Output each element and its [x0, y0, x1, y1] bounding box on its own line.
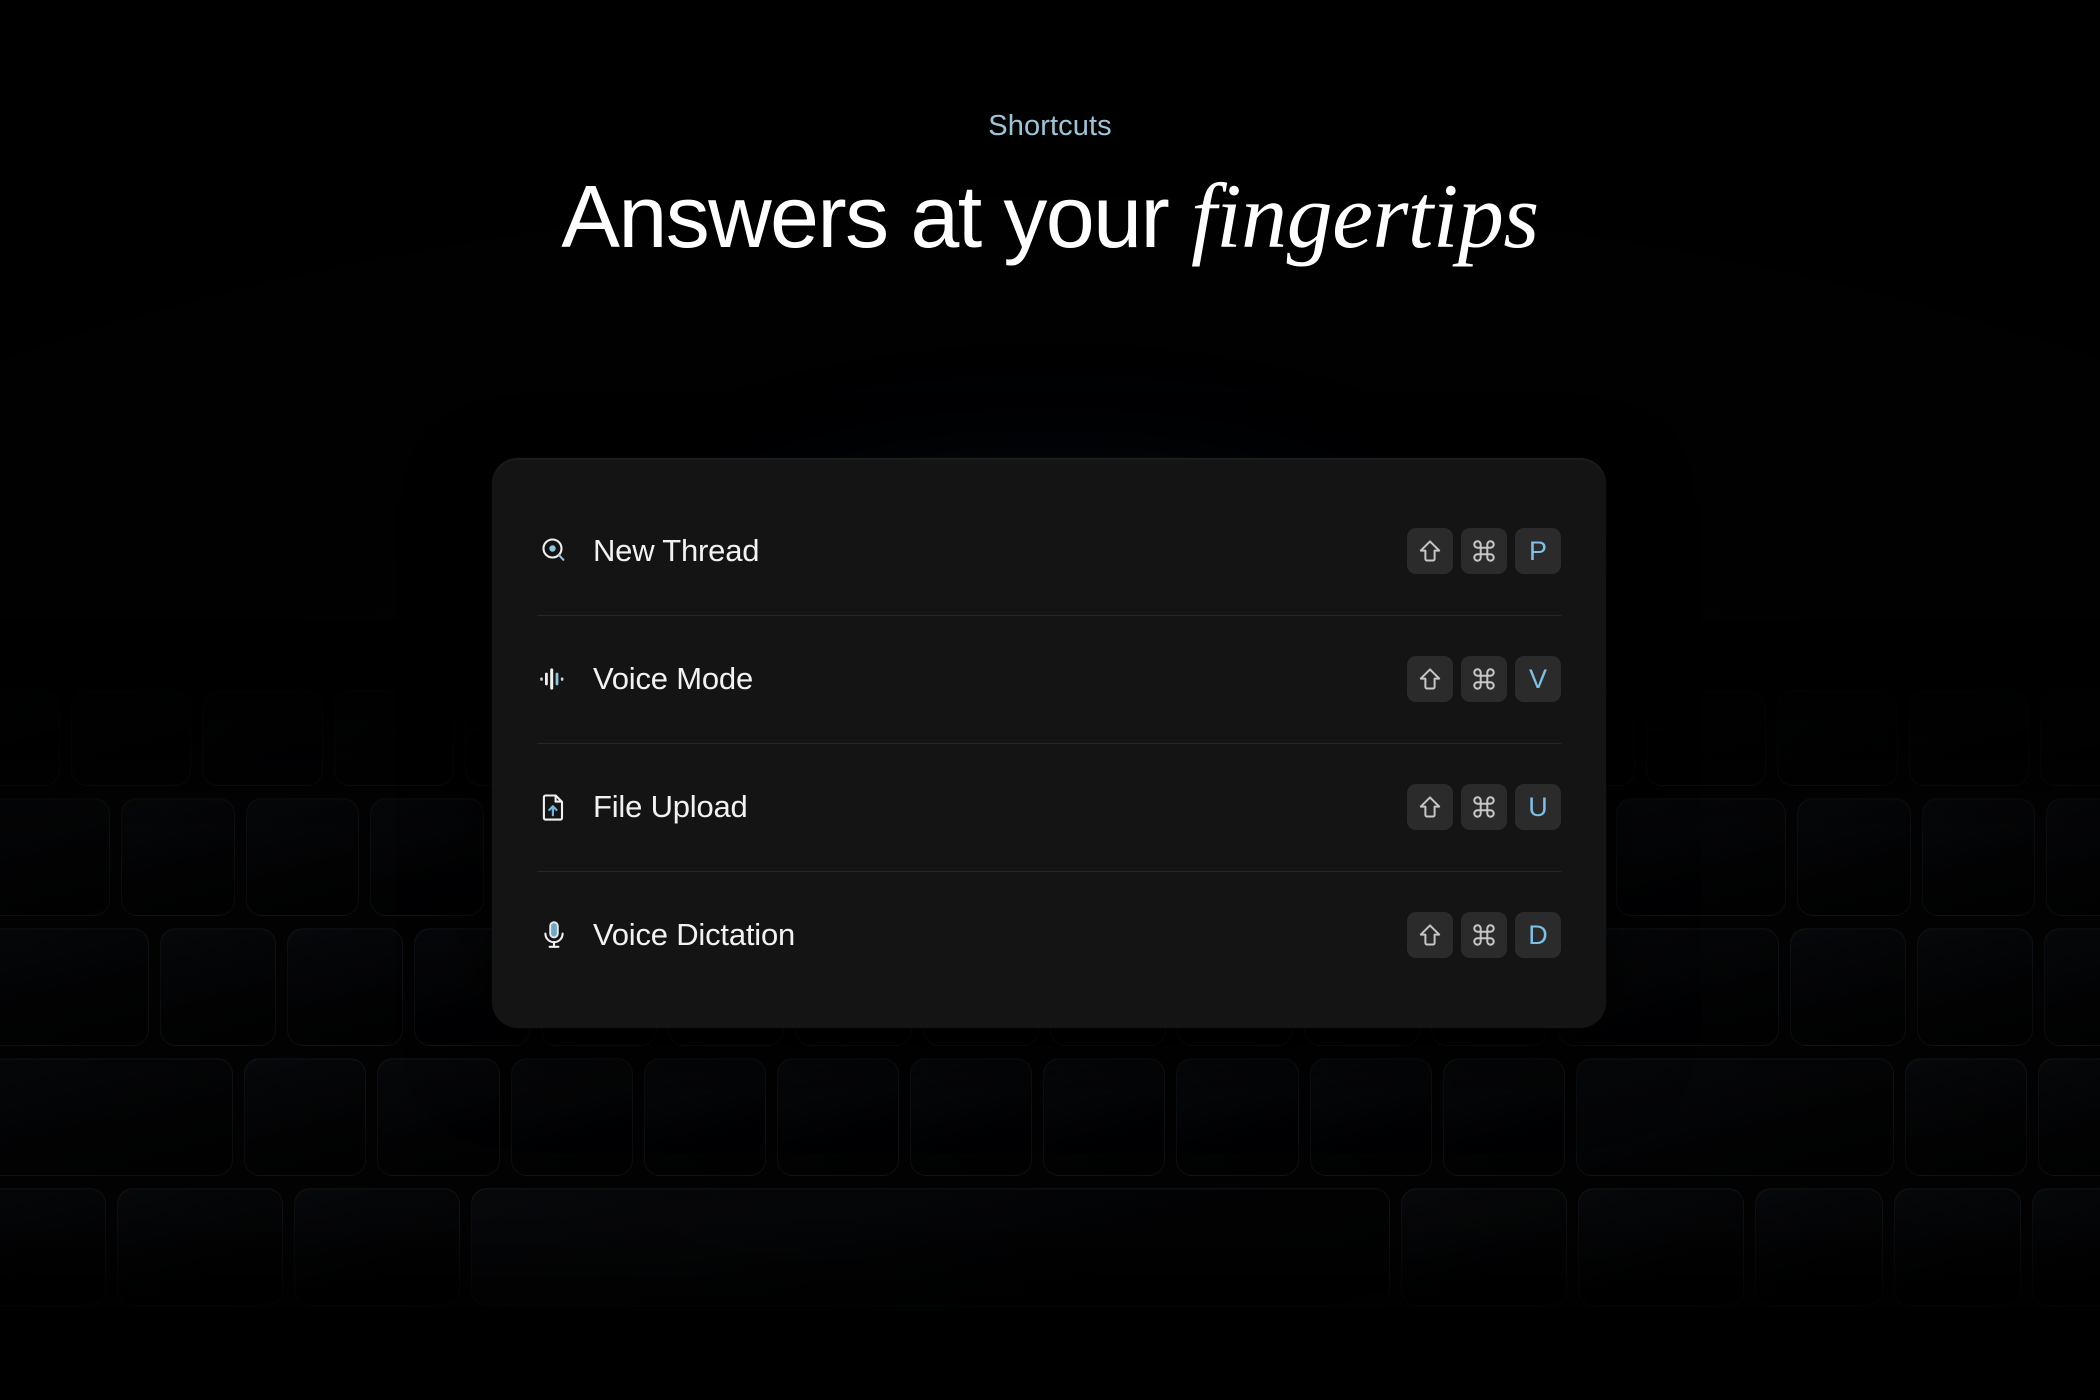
keyboard-key — [1893, 1188, 2022, 1306]
keyboard-key — [293, 1188, 460, 1306]
keyboard-key — [159, 928, 277, 1046]
keyboard-key — [1176, 1058, 1299, 1176]
shift-key[interactable] — [1407, 656, 1453, 702]
keyboard-key — [116, 1188, 283, 1306]
eyebrow-label: Shortcuts — [988, 110, 1112, 142]
shift-key[interactable] — [1407, 784, 1453, 830]
keyboard-key — [1646, 690, 1767, 786]
file-upload-icon — [537, 790, 571, 824]
shortcut-key-combo: P — [1407, 528, 1561, 574]
keyboard-key — [2032, 1188, 2100, 1306]
shortcut-label: New Thread — [593, 533, 760, 568]
keyboard-key — [1789, 928, 1906, 1046]
page-title-emphasis: fingertips — [1191, 165, 1539, 267]
keyboard-key — [370, 798, 484, 916]
keyboard-key — [377, 1058, 500, 1176]
keyboard-key — [1575, 1058, 1894, 1176]
keyboard-key — [0, 928, 149, 1046]
keyboard-key — [0, 1188, 106, 1306]
keyboard-key — [1043, 1058, 1166, 1176]
keyboard-key — [121, 798, 235, 916]
command-key[interactable] — [1461, 912, 1507, 958]
command-key[interactable] — [1461, 528, 1507, 574]
audio-waveform-icon — [537, 662, 571, 696]
keyboard-key — [2046, 798, 2100, 916]
keyboard-key — [1908, 690, 2029, 786]
page-title-plain: Answers at your — [561, 167, 1192, 266]
keyboard-key — [1442, 1058, 1565, 1176]
shortcut-row[interactable]: New Thread P — [537, 487, 1561, 615]
microphone-icon — [537, 918, 571, 952]
keyboard-key — [1615, 798, 1787, 916]
keyboard-key — [333, 690, 454, 786]
keyboard-key — [643, 1058, 766, 1176]
shortcut-key-combo: U — [1407, 784, 1561, 830]
shortcut-row[interactable]: Voice Mode V — [537, 615, 1561, 743]
shortcut-row[interactable]: Voice Dictation D — [537, 871, 1561, 999]
keyboard-key — [910, 1058, 1033, 1176]
keyboard-key — [1797, 798, 1911, 916]
keyboard-key — [1577, 1188, 1744, 1306]
page-title: Answers at your fingertips — [0, 167, 2100, 266]
keyboard-key — [1921, 798, 2036, 916]
keyboard-key — [1309, 1058, 1432, 1176]
keyboard-row — [0, 1058, 2100, 1176]
keyboard-key — [0, 798, 111, 916]
shortcut-key-combo: D — [1407, 912, 1561, 958]
shortcut-row[interactable]: File Upload U — [537, 743, 1561, 871]
keyboard-key — [1401, 1188, 1567, 1306]
letter-p-key[interactable]: P — [1515, 528, 1561, 574]
shift-key[interactable] — [1407, 912, 1453, 958]
keyboard-key — [245, 798, 360, 916]
keyboard-key — [510, 1058, 633, 1176]
keyboard-key — [2043, 928, 2100, 1046]
keyboard-key — [1916, 928, 2033, 1046]
shortcut-key-combo: V — [1407, 656, 1561, 702]
letter-u-key[interactable]: U — [1515, 784, 1561, 830]
letter-v-key[interactable]: V — [1515, 656, 1561, 702]
keyboard-key — [470, 1188, 1391, 1306]
keyboard-key — [0, 1058, 234, 1176]
shortcut-label: Voice Mode — [593, 661, 753, 696]
search-circle-icon — [537, 534, 571, 568]
keyboard-key — [776, 1058, 900, 1176]
command-key[interactable] — [1461, 656, 1507, 702]
keyboard-key — [1904, 1058, 2027, 1176]
keyboard-key — [1777, 690, 1898, 786]
keyboard-key — [1754, 1188, 1883, 1306]
keyboard-key — [2037, 1058, 2100, 1176]
keyboard-key — [202, 690, 323, 786]
shift-key[interactable] — [1407, 528, 1453, 574]
page-header: Shortcuts Answers at your fingertips — [0, 0, 2100, 265]
keyboard-key — [2039, 690, 2100, 786]
keyboard-key — [71, 690, 192, 786]
keyboard-row — [0, 1188, 2100, 1306]
keyboard-key — [0, 690, 61, 786]
keyboard-key — [287, 928, 404, 1046]
keyboard-key — [244, 1058, 367, 1176]
shortcuts-card: New Thread P Voice Mode V File Upload U — [492, 458, 1606, 1028]
shortcut-label: Voice Dictation — [593, 917, 796, 952]
shortcut-label: File Upload — [593, 789, 748, 824]
letter-d-key[interactable]: D — [1515, 912, 1561, 958]
command-key[interactable] — [1461, 784, 1507, 830]
